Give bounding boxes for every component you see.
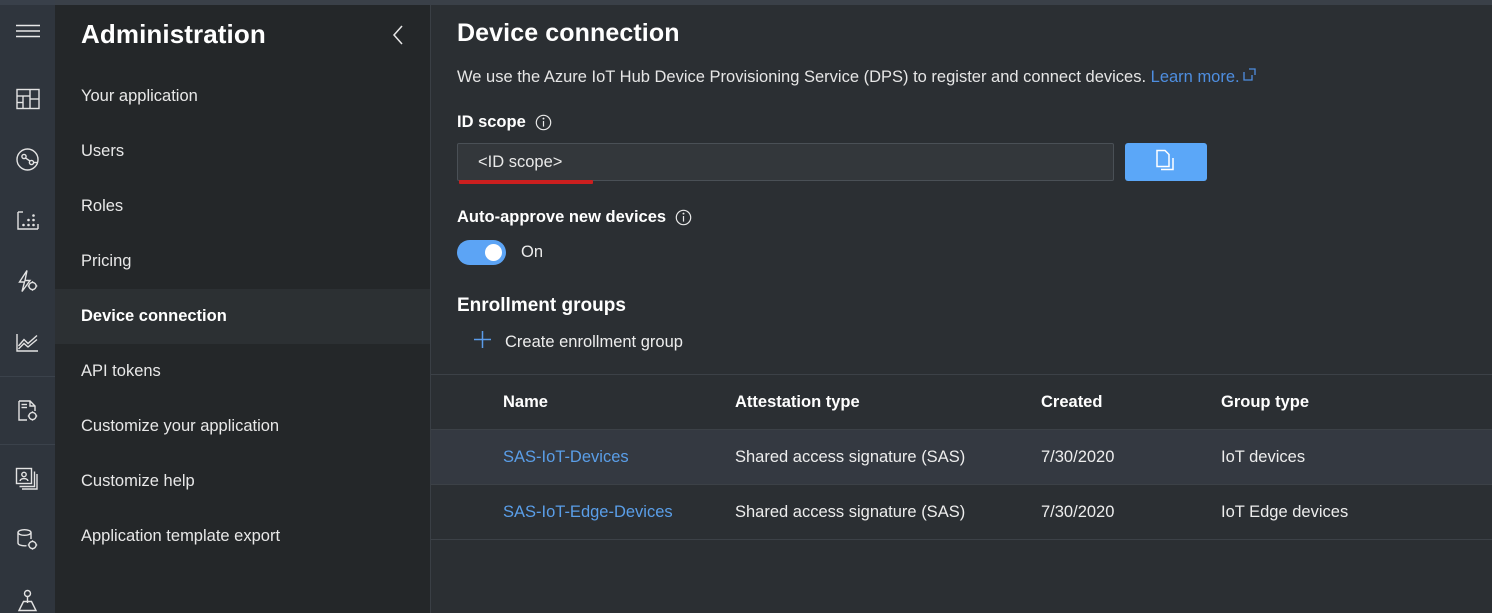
- chevron-left-icon[interactable]: [382, 19, 414, 51]
- sidebar-item-customize-your-application[interactable]: Customize your application: [55, 399, 430, 454]
- create-enrollment-group-label: Create enrollment group: [505, 332, 683, 351]
- main-content: Device connection We use the Azure IoT H…: [431, 0, 1492, 613]
- toggle-state-label: On: [521, 243, 544, 262]
- copy-id-scope-button[interactable]: [1125, 143, 1207, 182]
- jobs-icon[interactable]: [0, 383, 55, 438]
- sidebar-item-pricing[interactable]: Pricing: [55, 234, 430, 289]
- external-link-icon[interactable]: [1242, 67, 1256, 85]
- hamburger-menu-icon[interactable]: [0, 5, 55, 57]
- rules-icon[interactable]: [0, 254, 55, 309]
- sidebar-item-your-application[interactable]: Your application: [55, 69, 430, 124]
- analytics-icon[interactable]: [0, 315, 55, 370]
- info-circle-icon[interactable]: [675, 209, 692, 226]
- table-row[interactable]: SAS-IoT-Devices Shared access signature …: [431, 430, 1492, 486]
- administration-nav-panel: Administration Your application Users Ro…: [55, 0, 431, 613]
- device-templates-icon[interactable]: [0, 451, 55, 506]
- sidebar-item-label: API tokens: [81, 362, 161, 380]
- enrollment-groups-title: Enrollment groups: [457, 295, 626, 317]
- cell-created: 7/30/2020: [1041, 447, 1115, 466]
- enrollment-groups-table: Name Attestation type Created Group type…: [431, 374, 1492, 541]
- nav-header: Administration: [55, 5, 430, 63]
- devices-icon[interactable]: [0, 193, 55, 248]
- id-scope-row: <ID scope>: [457, 143, 1492, 185]
- auto-approve-label-row: Auto-approve new devices: [457, 208, 1492, 227]
- enrollment-group-link[interactable]: SAS-IoT-Devices: [503, 448, 629, 466]
- sidebar-item-label: Customize your application: [81, 417, 280, 435]
- nav-list: Your application Users Roles Pricing Dev…: [55, 69, 430, 564]
- window-top-strip: [0, 0, 1492, 5]
- app-root: Administration Your application Users Ro…: [0, 0, 1492, 613]
- top-strip-rail-segment: [0, 0, 55, 5]
- cell-name: SAS-IoT-Devices: [431, 448, 735, 467]
- plus-icon: [473, 330, 492, 354]
- sidebar-item-label: Roles: [81, 197, 124, 215]
- cell-group-type: IoT devices: [1221, 447, 1306, 466]
- sidebar-item-device-connection[interactable]: Device connection: [55, 289, 430, 344]
- sidebar-item-label: Your application: [81, 87, 198, 105]
- dashboard-icon[interactable]: [0, 71, 55, 126]
- app-settings-icon[interactable]: [0, 573, 55, 613]
- sidebar-item-customize-help[interactable]: Customize help: [55, 454, 430, 509]
- page-title: Administration: [81, 18, 266, 49]
- device-groups-icon[interactable]: [0, 132, 55, 187]
- id-scope-label: ID scope: [457, 113, 526, 132]
- sidebar-item-application-template-export[interactable]: Application template export: [55, 509, 430, 564]
- create-enrollment-group-button[interactable]: Create enrollment group: [473, 330, 683, 354]
- icon-rail: [0, 0, 55, 613]
- id-scope-input[interactable]: <ID scope>: [457, 143, 1114, 185]
- cell-name: SAS-IoT-Edge-Devices: [431, 503, 735, 522]
- learn-more-link[interactable]: Learn more.: [1151, 68, 1240, 86]
- sidebar-item-users[interactable]: Users: [55, 124, 430, 179]
- cell-attestation-type: Shared access signature (SAS): [735, 502, 966, 521]
- table-row[interactable]: SAS-IoT-Edge-Devices Shared access signa…: [431, 485, 1492, 541]
- sidebar-item-label: Customize help: [81, 472, 195, 490]
- toggle-knob: [485, 244, 502, 262]
- table-header-row: Name Attestation type Created Group type: [431, 375, 1492, 431]
- auto-approve-toggle[interactable]: [457, 240, 506, 266]
- auto-approve-label: Auto-approve new devices: [457, 208, 667, 227]
- content-page-title: Device connection: [457, 19, 680, 47]
- column-header-attestation-type[interactable]: Attestation type: [735, 393, 1041, 412]
- sidebar-item-label: Pricing: [81, 252, 132, 270]
- sidebar-item-label: Application template export: [81, 527, 281, 545]
- sidebar-item-roles[interactable]: Roles: [55, 179, 430, 234]
- column-header-group-type[interactable]: Group type: [1221, 393, 1492, 412]
- sidebar-item-api-tokens[interactable]: API tokens: [55, 344, 430, 399]
- page-description: We use the Azure IoT Hub Device Provisio…: [457, 67, 1492, 86]
- cell-group-type: IoT Edge devices: [1221, 502, 1349, 521]
- annotation-underline-id-scope: [459, 180, 593, 185]
- id-scope-value: <ID scope>: [478, 152, 563, 171]
- column-header-created[interactable]: Created: [1041, 393, 1221, 412]
- info-circle-icon[interactable]: [535, 114, 552, 131]
- description-text: We use the Azure IoT Hub Device Provisio…: [457, 68, 1147, 86]
- id-scope-label-row: ID scope: [457, 113, 1492, 132]
- sidebar-item-label: Device connection: [81, 307, 227, 325]
- auto-approve-toggle-row: On: [457, 240, 1492, 266]
- cell-created: 7/30/2020: [1041, 502, 1115, 521]
- copy-icon: [1155, 149, 1177, 176]
- enrollment-group-link[interactable]: SAS-IoT-Edge-Devices: [503, 503, 673, 521]
- cell-attestation-type: Shared access signature (SAS): [735, 447, 966, 466]
- data-export-icon[interactable]: [0, 512, 55, 567]
- column-header-name[interactable]: Name: [431, 393, 735, 412]
- sidebar-item-label: Users: [81, 142, 125, 160]
